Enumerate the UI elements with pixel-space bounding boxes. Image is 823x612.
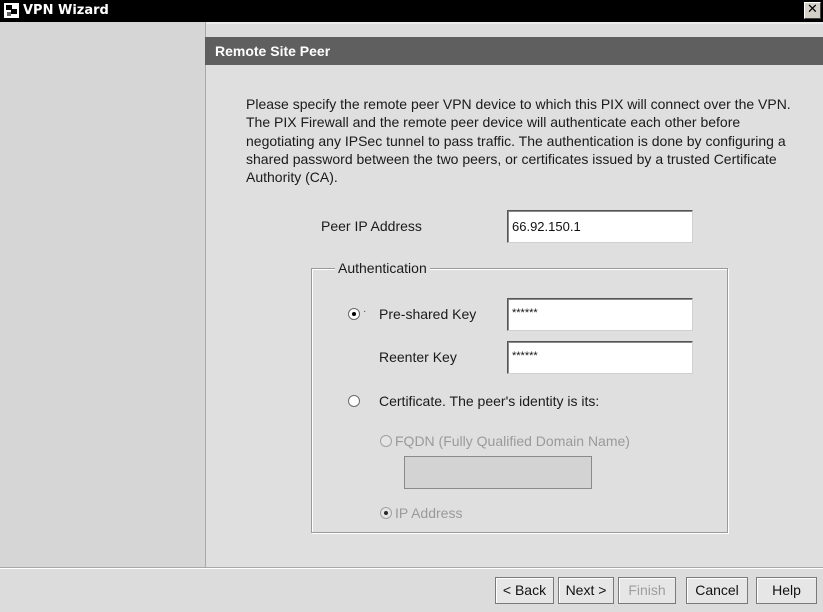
- certificate-radio[interactable]: [348, 395, 360, 407]
- fqdn-label: FQDN (Fully Qualified Domain Name): [395, 433, 630, 449]
- peer-ip-input[interactable]: [507, 210, 693, 243]
- reenter-key-label: Reenter Key: [379, 349, 457, 365]
- cancel-button[interactable]: Cancel: [686, 577, 748, 604]
- peer-ip-label: Peer IP Address: [321, 218, 422, 234]
- fqdn-radio[interactable]: [380, 435, 392, 447]
- fqdn-input[interactable]: [404, 456, 592, 489]
- preshared-key-label: Pre-shared Key: [379, 306, 477, 322]
- step-header: Remote Site Peer: [205, 37, 823, 65]
- finish-button[interactable]: Finish: [618, 577, 676, 604]
- ip-address-radio[interactable]: [380, 507, 392, 519]
- certificate-label: Certificate. The peer's identity is its:: [379, 393, 600, 409]
- focus-indicator: ·: [363, 306, 367, 317]
- reenter-key-input[interactable]: [507, 341, 693, 374]
- preshared-key-input[interactable]: [507, 298, 693, 331]
- ip-address-label: IP Address: [395, 505, 463, 521]
- next-button[interactable]: Next >: [558, 577, 614, 604]
- title-bar: VPN Wizard ✕: [0, 0, 823, 22]
- authentication-legend: Authentication: [335, 260, 430, 276]
- vpn-wizard-app-icon: [4, 3, 19, 18]
- step-description: Please specify the remote peer VPN devic…: [246, 96, 791, 186]
- wizard-side-panel: [0, 22, 206, 567]
- help-button[interactable]: Help: [756, 577, 817, 604]
- close-icon[interactable]: ✕: [804, 2, 821, 19]
- window-title: VPN Wizard: [23, 3, 109, 18]
- preshared-key-radio[interactable]: [348, 308, 360, 320]
- back-button[interactable]: < Back: [495, 577, 554, 604]
